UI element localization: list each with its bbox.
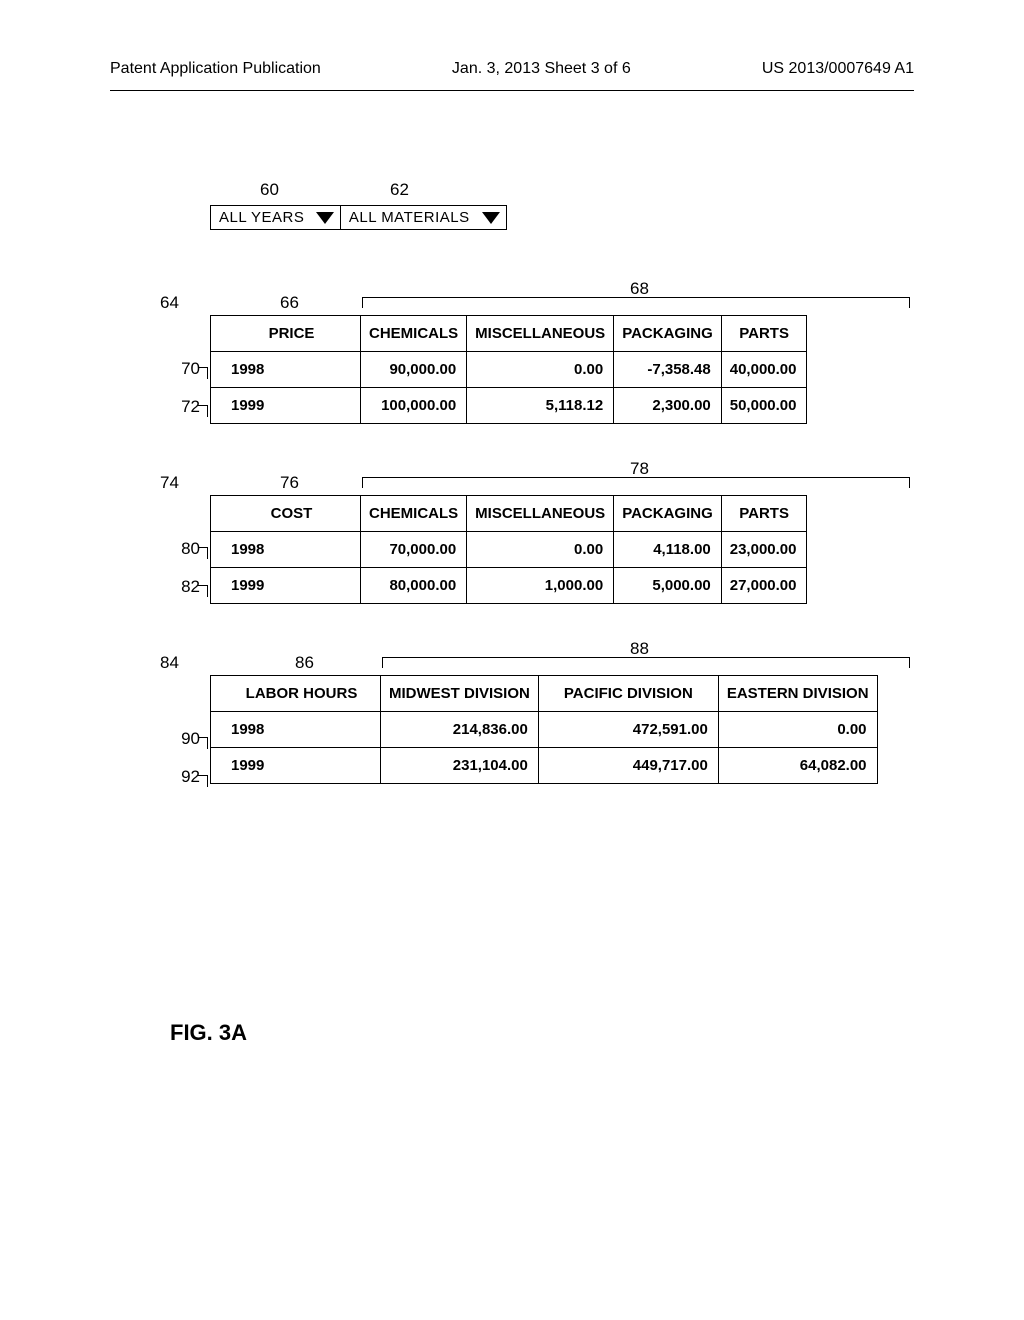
cell: 64,082.00: [718, 748, 877, 784]
header-right: US 2013/0007649 A1: [762, 60, 914, 78]
ref-76: 76: [280, 473, 299, 493]
data-table: LABOR HOURS MIDWEST DIVISION PACIFIC DIV…: [210, 675, 878, 784]
cell: 1,000.00: [467, 568, 614, 604]
ref-60: 60: [260, 180, 279, 200]
tick-80: [198, 547, 208, 559]
cell: -7,358.48: [614, 352, 722, 388]
table-labor: 84 86 88 90 92 LABOR HOURS MIDWEST DIVIS…: [210, 675, 910, 784]
ref-68: 68: [630, 279, 649, 299]
col-header: MISCELLANEOUS: [467, 496, 614, 532]
table-row: 1998 90,000.00 0.00 -7,358.48 40,000.00: [211, 352, 807, 388]
cell: 449,717.00: [538, 748, 718, 784]
corner-cell: LABOR HOURS: [211, 676, 381, 712]
table-header-row: PRICE CHEMICALS MISCELLANEOUS PACKAGING …: [211, 316, 807, 352]
ref-62: 62: [390, 180, 409, 200]
ref-86: 86: [295, 653, 314, 673]
ref-88: 88: [630, 639, 649, 659]
ref-66: 66: [280, 293, 299, 313]
col-header: PARTS: [721, 496, 807, 532]
cell: 472,591.00: [538, 712, 718, 748]
ref-78: 78: [630, 459, 649, 479]
cell: 0.00: [467, 532, 614, 568]
chevron-down-icon: [316, 212, 334, 224]
cell: 50,000.00: [721, 388, 807, 424]
cell: 0.00: [718, 712, 877, 748]
cell: 231,104.00: [381, 748, 539, 784]
dropdown-materials-label: ALL MATERIALS: [349, 209, 478, 226]
tick-70: [198, 367, 208, 379]
cell: 5,000.00: [614, 568, 722, 604]
cell: 0.00: [467, 352, 614, 388]
row-label: 1999: [211, 388, 361, 424]
col-header: PACKAGING: [614, 496, 722, 532]
header-center: Jan. 3, 2013 Sheet 3 of 6: [452, 60, 631, 78]
row-label: 1999: [211, 748, 381, 784]
col-header: CHEMICALS: [361, 496, 467, 532]
header-divider: [110, 90, 914, 91]
header-left: Patent Application Publication: [110, 60, 321, 78]
col-header: PACKAGING: [614, 316, 722, 352]
row-label: 1998: [211, 352, 361, 388]
cell: 70,000.00: [361, 532, 467, 568]
dropdown-materials[interactable]: ALL MATERIALS: [340, 205, 507, 230]
table-header-row: COST CHEMICALS MISCELLANEOUS PACKAGING P…: [211, 496, 807, 532]
cell: 23,000.00: [721, 532, 807, 568]
ref-84: 84: [160, 653, 179, 673]
page-header: Patent Application Publication Jan. 3, 2…: [0, 60, 1024, 78]
col-header: CHEMICALS: [361, 316, 467, 352]
dropdown-years-label: ALL YEARS: [219, 209, 312, 226]
figure-label: FIG. 3A: [170, 1020, 247, 1046]
chevron-down-icon: [482, 212, 500, 224]
table-row: 1999 100,000.00 5,118.12 2,300.00 50,000…: [211, 388, 807, 424]
cell: 80,000.00: [361, 568, 467, 604]
tick-72: [198, 405, 208, 417]
table-row: 1998 70,000.00 0.00 4,118.00 23,000.00: [211, 532, 807, 568]
col-header: EASTERN DIVISION: [718, 676, 877, 712]
dropdown-years[interactable]: ALL YEARS: [210, 205, 341, 230]
data-table: COST CHEMICALS MISCELLANEOUS PACKAGING P…: [210, 495, 807, 604]
tick-82: [198, 585, 208, 597]
cell: 40,000.00: [721, 352, 807, 388]
data-table: PRICE CHEMICALS MISCELLANEOUS PACKAGING …: [210, 315, 807, 424]
tick-90: [198, 737, 208, 749]
cell: 27,000.00: [721, 568, 807, 604]
row-label: 1998: [211, 532, 361, 568]
cell: 90,000.00: [361, 352, 467, 388]
ref-64: 64: [160, 293, 179, 313]
row-label: 1998: [211, 712, 381, 748]
cell: 214,836.00: [381, 712, 539, 748]
cell: 100,000.00: [361, 388, 467, 424]
cell: 5,118.12: [467, 388, 614, 424]
col-header: PACIFIC DIVISION: [538, 676, 718, 712]
cell: 4,118.00: [614, 532, 722, 568]
table-cost: 74 76 78 80 82 COST CHEMICALS MISCELLANE…: [210, 495, 910, 604]
table-row: 1998 214,836.00 472,591.00 0.00: [211, 712, 878, 748]
col-header: PARTS: [721, 316, 807, 352]
filter-bar: ALL YEARS ALL MATERIALS: [210, 205, 507, 230]
table-price: 64 66 68 70 72 PRICE CHEMICALS MISCELLAN…: [210, 315, 910, 424]
cell: 2,300.00: [614, 388, 722, 424]
row-label: 1999: [211, 568, 361, 604]
table-row: 1999 80,000.00 1,000.00 5,000.00 27,000.…: [211, 568, 807, 604]
corner-cell: PRICE: [211, 316, 361, 352]
table-header-row: LABOR HOURS MIDWEST DIVISION PACIFIC DIV…: [211, 676, 878, 712]
corner-cell: COST: [211, 496, 361, 532]
ref-74: 74: [160, 473, 179, 493]
col-header: MIDWEST DIVISION: [381, 676, 539, 712]
col-header: MISCELLANEOUS: [467, 316, 614, 352]
tick-92: [198, 775, 208, 787]
table-row: 1999 231,104.00 449,717.00 64,082.00: [211, 748, 878, 784]
